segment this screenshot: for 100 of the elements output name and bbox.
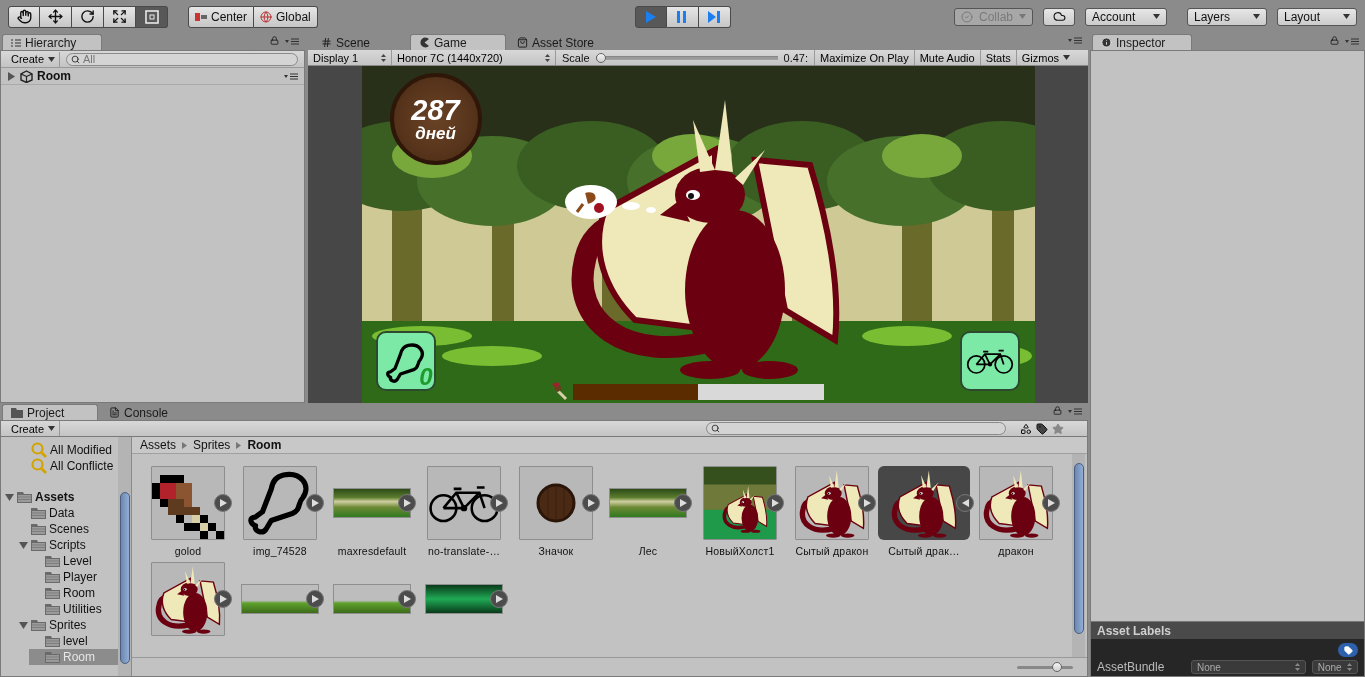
forest-strip-thumbnail[interactable] <box>609 488 687 518</box>
folder-item[interactable]: Utilities <box>29 601 118 617</box>
view-tab[interactable]: Asset Store <box>508 34 604 50</box>
forest-strip-thumbnail[interactable] <box>333 488 411 518</box>
pivot-mode-button[interactable]: Center <box>188 5 255 28</box>
pivot-rotation-button[interactable]: Global <box>254 5 318 28</box>
pause-icon <box>675 9 689 24</box>
drumstick-thumbnail[interactable] <box>243 466 317 540</box>
dragon-thumbnail[interactable] <box>979 466 1053 540</box>
assetbundle-label: AssetBundle <box>1097 660 1166 674</box>
menu-icon[interactable] <box>285 36 299 45</box>
menu-icon[interactable] <box>1068 36 1082 44</box>
folder-item[interactable]: Scripts <box>15 537 118 553</box>
dragon-thumbnail[interactable] <box>795 466 869 540</box>
folder-icon <box>45 587 60 599</box>
label-tag-button[interactable] <box>1338 643 1358 657</box>
search-field[interactable] <box>706 422 1007 435</box>
breadcrumb-item[interactable]: Room <box>247 438 282 452</box>
breadcrumb-item[interactable]: Sprites <box>193 438 231 452</box>
resolution-dropdown[interactable]: Honor 7C (1440x720) <box>392 50 556 65</box>
folder-item[interactable]: Player <box>29 569 118 585</box>
slider-thumb[interactable] <box>595 52 606 63</box>
panel-tab[interactable]: Project <box>2 404 98 420</box>
pause-button[interactable] <box>666 5 699 28</box>
move-tool-button[interactable] <box>40 5 72 28</box>
dragon-thumbnail[interactable] <box>151 562 225 636</box>
lock-icon[interactable] <box>270 36 279 45</box>
scale-slider[interactable] <box>595 52 778 63</box>
step-button[interactable] <box>698 5 731 28</box>
dragon-thumbnail[interactable] <box>878 466 970 540</box>
asset-name: Сытый дракон <box>795 545 869 557</box>
bike-button[interactable] <box>959 331 1020 391</box>
toggle-button[interactable]: Stats <box>979 50 1016 65</box>
rect-transform-icon <box>143 8 160 25</box>
inspector-tab[interactable]: Inspector <box>1092 34 1192 50</box>
view-tab[interactable]: Scene <box>312 34 408 50</box>
play-icon <box>643 9 658 24</box>
layers-dropdown[interactable]: Layers <box>1187 7 1267 26</box>
cloud-icon <box>1052 10 1066 23</box>
saved-search-item[interactable]: All Modified <box>1 442 118 458</box>
menu-icon[interactable] <box>1068 406 1082 415</box>
meadow-strip-thumbnail[interactable] <box>425 584 503 614</box>
chevron-icon <box>182 441 187 449</box>
grass-strip-thumbnail[interactable] <box>241 584 319 614</box>
saved-search-item[interactable]: All Conflicte <box>1 458 118 474</box>
folder-item[interactable]: Assets <box>1 489 118 505</box>
expanded-caret-icon[interactable] <box>19 540 28 550</box>
hand-tool-button[interactable] <box>8 5 40 28</box>
folder-icon <box>45 603 60 615</box>
account-dropdown[interactable]: Account <box>1085 7 1167 26</box>
folder-item[interactable]: Scenes <box>15 521 118 537</box>
search-field[interactable]: All <box>66 52 298 66</box>
scrollbar[interactable] <box>1072 454 1085 657</box>
menu-icon[interactable] <box>284 72 298 80</box>
search-icon <box>711 424 721 433</box>
menu-icon[interactable] <box>1345 36 1359 45</box>
check-icon <box>960 10 973 23</box>
assetbundle-dropdown[interactable]: None <box>1191 660 1306 674</box>
lock-icon[interactable] <box>1053 406 1062 415</box>
pivot-icon <box>195 12 207 21</box>
forest-scene-thumbnail[interactable] <box>703 466 777 540</box>
folder-item[interactable]: Data <box>15 505 118 521</box>
bike-thumbnail[interactable] <box>427 466 501 540</box>
thumbnail-size-slider[interactable] <box>1017 665 1073 669</box>
folder-item[interactable]: Level <box>29 553 118 569</box>
folder-item[interactable]: level <box>29 633 118 649</box>
breadcrumb-item[interactable]: Assets <box>140 438 176 452</box>
caret-icon <box>48 426 56 431</box>
gizmos-dropdown[interactable]: Gizmos <box>1015 50 1076 65</box>
star-icon[interactable] <box>1052 422 1065 435</box>
layout-dropdown[interactable]: Layout <box>1277 7 1357 26</box>
toggle-button[interactable]: Maximize On Play <box>814 50 914 65</box>
slider-thumb[interactable] <box>1051 661 1062 672</box>
collapsed-caret-icon[interactable] <box>7 71 16 81</box>
display-dropdown[interactable]: Display 1 <box>308 50 392 65</box>
toggle-button[interactable]: Mute Audio <box>913 50 980 65</box>
grass-strip-thumbnail[interactable] <box>333 584 411 614</box>
hierarchy-tab[interactable]: Hierarchy <box>2 34 102 50</box>
create-dropdown[interactable]: Create <box>7 51 61 67</box>
scrollbar[interactable] <box>118 437 131 676</box>
folder-item[interactable]: Sprites <box>15 617 118 633</box>
rotate-tool-button[interactable] <box>72 5 104 28</box>
cloud-button[interactable] <box>1043 7 1075 26</box>
folder-item[interactable]: Room <box>29 585 118 601</box>
folder-icon <box>17 491 32 503</box>
rect-tool-button[interactable] <box>136 5 168 28</box>
variant-dropdown[interactable]: None <box>1311 660 1358 674</box>
wood-circle-thumbnail[interactable] <box>519 466 593 540</box>
globe-icon <box>260 10 273 23</box>
filter-by-type-icon[interactable] <box>1020 422 1033 435</box>
panel-tab[interactable]: Console <box>100 404 196 420</box>
scale-tool-button[interactable] <box>104 5 136 28</box>
expanded-caret-icon[interactable] <box>5 492 14 502</box>
create-dropdown[interactable]: Create <box>7 421 61 436</box>
lock-icon[interactable] <box>1330 36 1339 45</box>
meat-thumbnail[interactable] <box>151 466 225 540</box>
view-tab[interactable]: Game <box>410 34 506 50</box>
tag-icon[interactable] <box>1036 422 1049 435</box>
expanded-caret-icon[interactable] <box>19 620 28 630</box>
asset-name: дракон <box>998 545 1034 557</box>
